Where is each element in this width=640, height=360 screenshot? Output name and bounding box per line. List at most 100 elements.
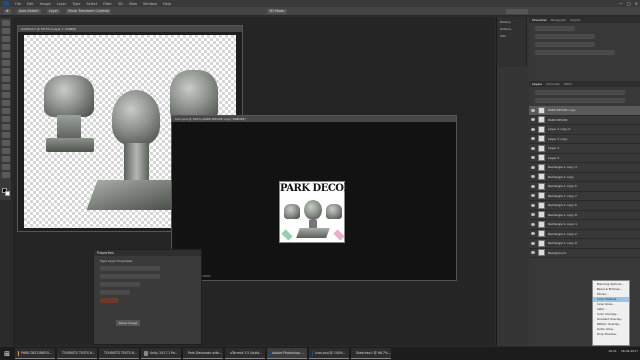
taskbar-item[interactable]: Icon.psd @ 100%...: [309, 348, 349, 359]
layer-row[interactable]: Rectangle 1 copy: [529, 173, 640, 182]
menu-image[interactable]: Image: [40, 2, 51, 6]
eye-icon[interactable]: [531, 108, 535, 112]
eye-icon[interactable]: [531, 165, 535, 169]
position-field[interactable]: [100, 282, 140, 287]
layer-row[interactable]: Layer 2: [529, 154, 640, 163]
layer-row[interactable]: Layer 1 copy: [529, 135, 640, 144]
pen-icon[interactable]: [1, 132, 10, 138]
eye-icon[interactable]: [531, 251, 535, 255]
paths-tab[interactable]: Paths: [564, 82, 572, 86]
clone-stamp-icon[interactable]: [1, 84, 10, 90]
taskbar-item[interactable]: uTorrent 3.5 (build...: [225, 348, 265, 359]
taskbar-item[interactable]: Park Decorado with...: [183, 348, 223, 359]
eye-icon[interactable]: [531, 137, 535, 141]
layer-row[interactable]: Rectangle 1 copy 4: [529, 220, 640, 230]
layer-row[interactable]: Rectangle 1 copy 5: [529, 182, 640, 192]
blend-mode-row[interactable]: [535, 98, 625, 103]
layer-row[interactable]: Background: [529, 249, 640, 258]
paragraph-tab[interactable]: Paragraph: [551, 18, 566, 22]
eye-icon[interactable]: [531, 241, 535, 245]
layers-tab[interactable]: Layers: [532, 82, 542, 86]
menu-window[interactable]: Window: [143, 2, 157, 6]
type-icon[interactable]: [1, 140, 10, 146]
layer-row[interactable]: Rectangle 1 copy 2: [529, 230, 640, 239]
taskbar-item[interactable]: PARK DECORATIO...: [15, 348, 55, 359]
taskbar-item[interactable]: Sketches.t @ 66.7%...: [351, 348, 391, 359]
menu-file[interactable]: File: [15, 2, 21, 6]
dodge-icon[interactable]: [1, 124, 10, 130]
auto-select-target[interactable]: Layer: [46, 8, 61, 14]
layer-filter-row[interactable]: [535, 90, 625, 95]
maximize-icon[interactable]: □: [627, 1, 631, 6]
shape-icon[interactable]: [1, 156, 10, 162]
layer-row[interactable]: Rectangle 1 copy 7: [529, 192, 640, 201]
show-transform-checkbox[interactable]: Show Transform Controls: [66, 8, 112, 14]
auto-select-checkbox[interactable]: Auto-Select:: [16, 8, 41, 14]
eye-icon[interactable]: [531, 127, 535, 131]
eye-icon[interactable]: [531, 194, 535, 198]
menu-layer[interactable]: Layer: [57, 2, 67, 6]
blur-icon[interactable]: [1, 116, 10, 122]
character-tab[interactable]: Character: [532, 18, 547, 22]
tray-date[interactable]: 28.09.2017: [621, 349, 638, 353]
quick-select-icon[interactable]: [1, 44, 10, 50]
menu-3d[interactable]: 3D: [118, 2, 123, 6]
marquee-icon[interactable]: [1, 28, 10, 34]
glyphs-tab[interactable]: Glyphs: [570, 18, 580, 22]
eye-icon[interactable]: [531, 232, 535, 236]
width-field[interactable]: [100, 266, 160, 271]
gradient-icon[interactable]: [1, 108, 10, 114]
eraser-icon[interactable]: [1, 100, 10, 106]
font-size-field[interactable]: [535, 34, 595, 39]
taskbar-item[interactable]: Unity 2017.1 Pe...: [141, 348, 181, 359]
eye-icon[interactable]: [531, 156, 535, 160]
color-swatch[interactable]: [100, 298, 118, 303]
layer-row[interactable]: Rectangle 1 copy 9: [529, 239, 640, 249]
menu-view[interactable]: View: [129, 2, 137, 6]
windows-start-icon[interactable]: ⊞: [1, 348, 13, 359]
layer-row[interactable]: Rectangle 1 copy 6: [529, 201, 640, 211]
text-style-buttons[interactable]: [535, 50, 615, 55]
taskbar-item[interactable]: Adobe Photoshop ...: [267, 348, 307, 359]
move-icon[interactable]: [1, 20, 10, 26]
hand-icon[interactable]: [1, 164, 10, 170]
info-tab[interactable]: Info: [500, 33, 523, 40]
healing-icon[interactable]: [1, 68, 10, 74]
context-menu-item[interactable]: Drop Shadow...: [593, 332, 629, 337]
eye-icon[interactable]: [531, 222, 535, 226]
reset-button[interactable]: Reset Image: [116, 320, 140, 326]
close-icon[interactable]: ✕: [635, 1, 638, 6]
layer-row[interactable]: Rectangle 1 copy 8: [529, 211, 640, 220]
blend-field[interactable]: [100, 290, 130, 295]
menu-help[interactable]: Help: [163, 2, 171, 6]
menu-select[interactable]: Select: [86, 2, 97, 6]
lasso-icon[interactable]: [1, 36, 10, 42]
layer-row[interactable]: Rectangle 1 copy 3: [529, 163, 640, 173]
eye-icon[interactable]: [531, 203, 535, 207]
menu-type[interactable]: Type: [72, 2, 80, 6]
minimize-icon[interactable]: —: [619, 1, 623, 6]
background-color-swatch[interactable]: [5, 191, 10, 196]
path-select-icon[interactable]: [1, 148, 10, 154]
move-tool-icon[interactable]: ✥: [4, 8, 11, 14]
eyedropper-icon[interactable]: [1, 60, 10, 66]
eye-icon[interactable]: [531, 118, 535, 122]
taskbar-item[interactable]: TOURISTS TEXTS 6...: [57, 348, 97, 359]
menu-filter[interactable]: Filter: [103, 2, 112, 6]
history-tab[interactable]: History: [500, 19, 523, 26]
history-brush-icon[interactable]: [1, 92, 10, 98]
tracking-field[interactable]: [535, 42, 595, 47]
document-window-icon[interactable]: Icon.psd @ 100% (PARK DECOR copy, RGB/8#…: [171, 115, 457, 281]
tray-clock[interactable]: 16:21: [608, 349, 617, 353]
layer-row[interactable]: PARK DECOR copy: [529, 106, 640, 116]
eye-icon[interactable]: [531, 184, 535, 188]
park-decor-icon-canvas[interactable]: PARK DECOR: [279, 181, 352, 243]
layer-row[interactable]: Layer 1: [529, 144, 640, 154]
menu-edit[interactable]: Edit: [27, 2, 34, 6]
zoom-icon[interactable]: [1, 172, 10, 178]
crop-icon[interactable]: [1, 52, 10, 58]
layer-row[interactable]: Layer 1 copy 2: [529, 125, 640, 135]
eye-icon[interactable]: [531, 213, 535, 217]
height-field[interactable]: [100, 274, 160, 279]
font-family-field[interactable]: [535, 26, 575, 31]
